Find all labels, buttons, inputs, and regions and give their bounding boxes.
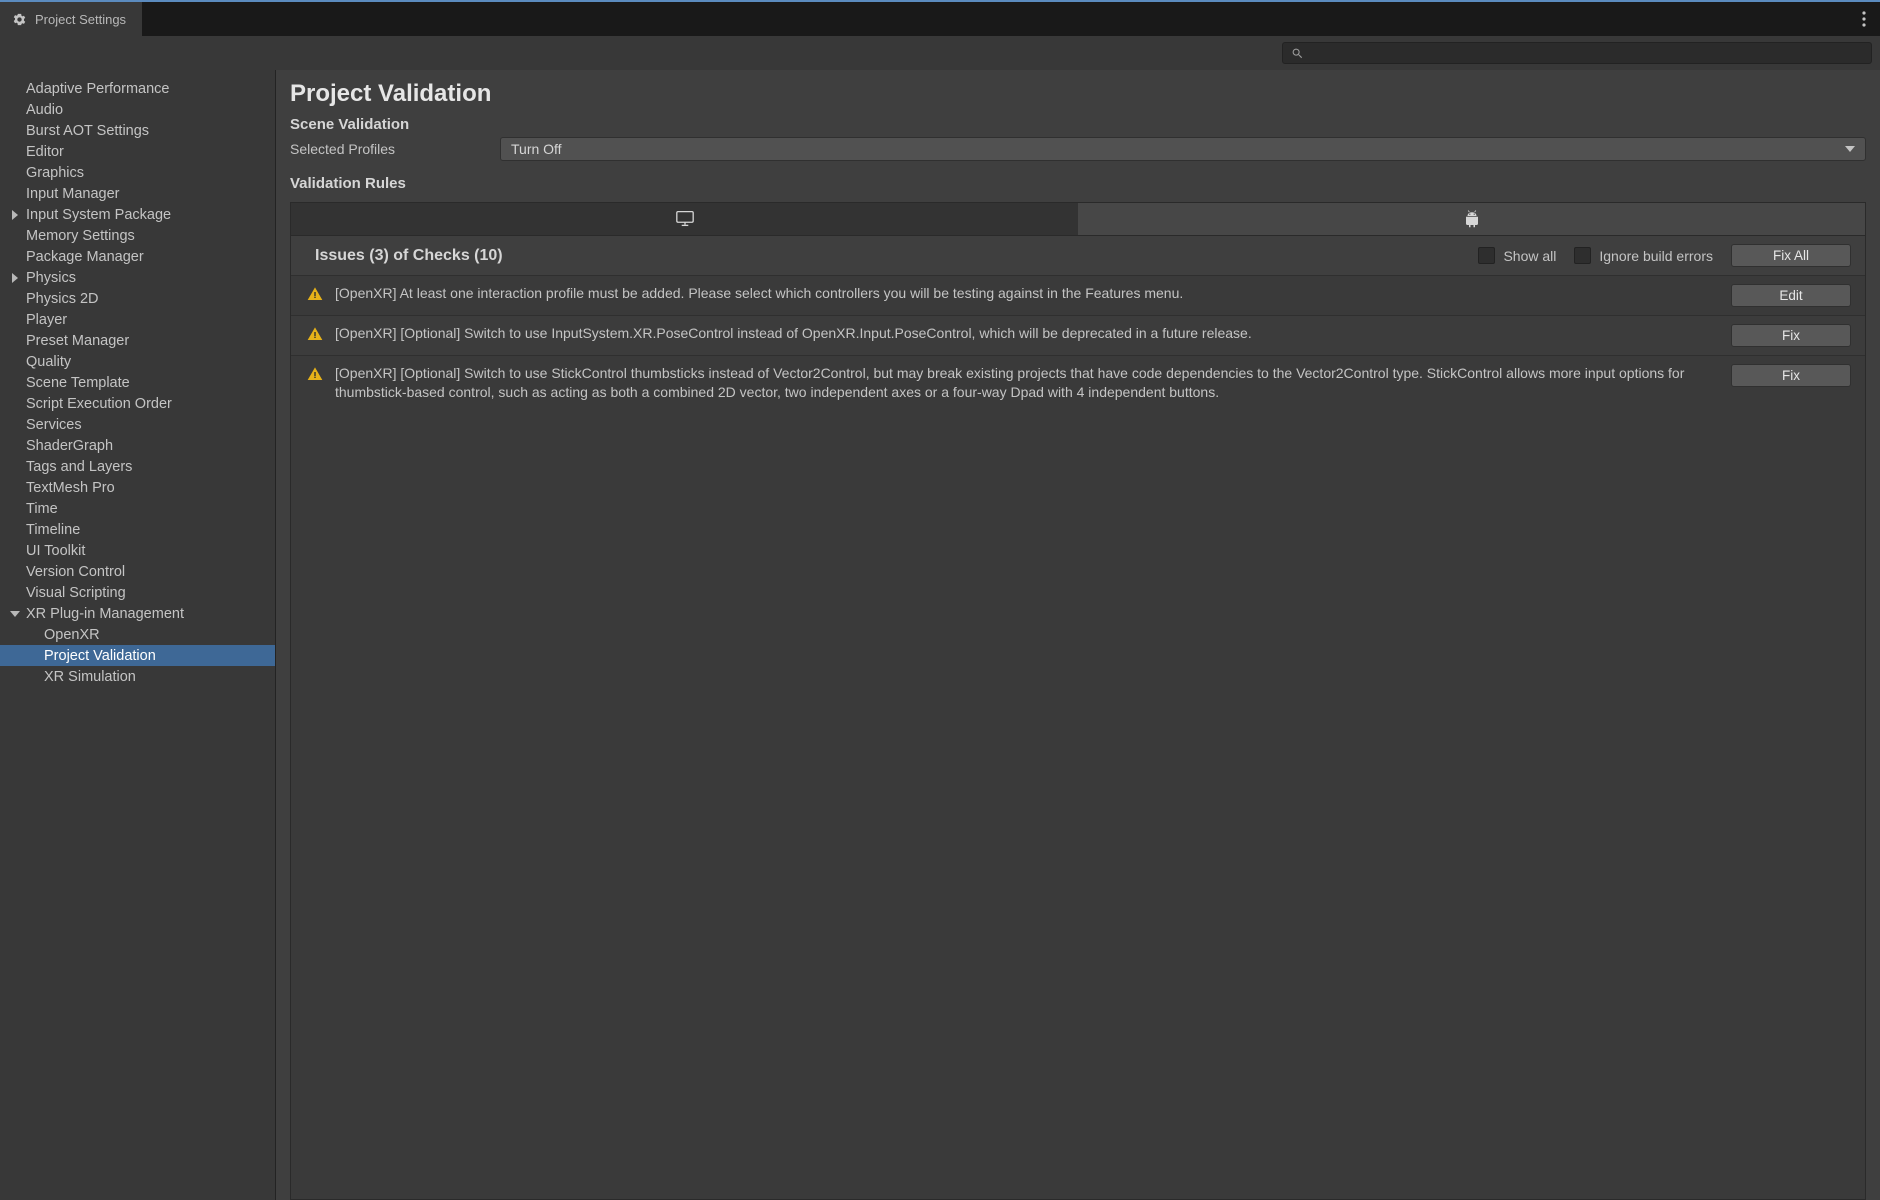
sidebar-item-ui-toolkit[interactable]: UI Toolkit <box>0 540 275 561</box>
search-row <box>0 36 1880 70</box>
search-input[interactable] <box>1282 42 1872 64</box>
android-icon <box>1463 210 1481 228</box>
validation-rules-label: Validation Rules <box>290 175 1866 192</box>
warning-icon <box>307 326 323 342</box>
selected-profiles-dropdown[interactable]: Turn Off <box>500 137 1866 161</box>
ignore-build-errors-checkbox[interactable]: Ignore build errors <box>1574 247 1713 264</box>
sidebar-item-version-control[interactable]: Version Control <box>0 561 275 582</box>
monitor-icon <box>675 210 695 228</box>
issue-message: [OpenXR] [Optional] Switch to use InputS… <box>335 324 1719 343</box>
sidebar-item-editor[interactable]: Editor <box>0 141 275 162</box>
sidebar-item-time[interactable]: Time <box>0 498 275 519</box>
sidebar-item-xr-plug-in-management[interactable]: XR Plug-in Management <box>0 603 275 624</box>
show-all-checkbox[interactable]: Show all <box>1478 247 1556 264</box>
issue-action-button[interactable]: Edit <box>1731 284 1851 307</box>
selected-profiles-label: Selected Profiles <box>290 141 500 157</box>
issue-message: [OpenXR] At least one interaction profil… <box>335 284 1719 303</box>
sidebar-item-adaptive-performance[interactable]: Adaptive Performance <box>0 78 275 99</box>
show-all-label: Show all <box>1503 248 1556 264</box>
platform-tab-standalone[interactable] <box>291 203 1078 235</box>
sidebar-item-input-manager[interactable]: Input Manager <box>0 183 275 204</box>
sidebar-item-quality[interactable]: Quality <box>0 351 275 372</box>
gear-icon <box>12 12 27 27</box>
sidebar-item-physics[interactable]: Physics <box>0 267 275 288</box>
warning-icon <box>307 366 323 382</box>
search-icon <box>1291 47 1304 60</box>
tab-bar: Project Settings <box>0 0 1880 36</box>
sidebar-item-script-execution-order[interactable]: Script Execution Order <box>0 393 275 414</box>
settings-sidebar: Adaptive PerformanceAudioBurst AOT Setti… <box>0 70 276 1200</box>
issues-title: Issues (3) of Checks (10) <box>315 247 1460 265</box>
tab-project-settings[interactable]: Project Settings <box>0 2 142 36</box>
sidebar-item-timeline[interactable]: Timeline <box>0 519 275 540</box>
sidebar-item-openxr[interactable]: OpenXR <box>0 624 275 645</box>
issue-action-button[interactable]: Fix <box>1731 324 1851 347</box>
platform-tab-android[interactable] <box>1078 203 1865 235</box>
sidebar-item-shadergraph[interactable]: ShaderGraph <box>0 435 275 456</box>
sidebar-item-input-system-package[interactable]: Input System Package <box>0 204 275 225</box>
issue-row: [OpenXR] [Optional] Switch to use StickC… <box>291 355 1865 411</box>
page-title: Project Validation <box>290 80 1866 108</box>
context-menu-button[interactable] <box>1848 2 1880 36</box>
sidebar-item-audio[interactable]: Audio <box>0 99 275 120</box>
tab-label: Project Settings <box>35 12 126 27</box>
fix-all-button[interactable]: Fix All <box>1731 244 1851 267</box>
sidebar-item-project-validation[interactable]: Project Validation <box>0 645 275 666</box>
sidebar-item-physics-2d[interactable]: Physics 2D <box>0 288 275 309</box>
platform-tabs <box>290 202 1866 235</box>
main-panel: Project Validation Scene Validation Sele… <box>276 70 1880 1200</box>
sidebar-item-scene-template[interactable]: Scene Template <box>0 372 275 393</box>
selected-profiles-value: Turn Off <box>511 141 562 157</box>
sidebar-item-graphics[interactable]: Graphics <box>0 162 275 183</box>
sidebar-item-package-manager[interactable]: Package Manager <box>0 246 275 267</box>
sidebar-item-memory-settings[interactable]: Memory Settings <box>0 225 275 246</box>
sidebar-item-player[interactable]: Player <box>0 309 275 330</box>
sidebar-item-preset-manager[interactable]: Preset Manager <box>0 330 275 351</box>
sidebar-item-textmesh-pro[interactable]: TextMesh Pro <box>0 477 275 498</box>
scene-validation-label: Scene Validation <box>290 116 1866 133</box>
issues-panel: Issues (3) of Checks (10) Show all Ignor… <box>290 235 1866 1200</box>
issue-action-button[interactable]: Fix <box>1731 364 1851 387</box>
sidebar-item-services[interactable]: Services <box>0 414 275 435</box>
sidebar-item-tags-and-layers[interactable]: Tags and Layers <box>0 456 275 477</box>
issue-message: [OpenXR] [Optional] Switch to use StickC… <box>335 364 1719 403</box>
sidebar-item-visual-scripting[interactable]: Visual Scripting <box>0 582 275 603</box>
sidebar-item-burst-aot-settings[interactable]: Burst AOT Settings <box>0 120 275 141</box>
warning-icon <box>307 286 323 302</box>
sidebar-item-xr-simulation[interactable]: XR Simulation <box>0 666 275 687</box>
ignore-build-errors-label: Ignore build errors <box>1599 248 1713 264</box>
issue-row: [OpenXR] At least one interaction profil… <box>291 275 1865 315</box>
issue-row: [OpenXR] [Optional] Switch to use InputS… <box>291 315 1865 355</box>
